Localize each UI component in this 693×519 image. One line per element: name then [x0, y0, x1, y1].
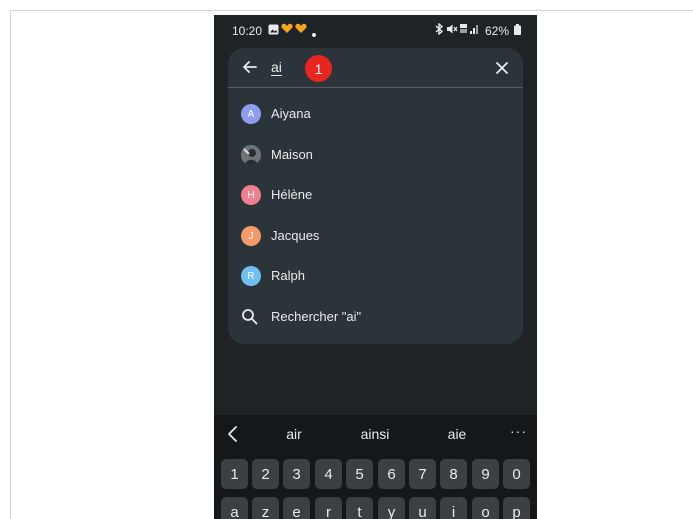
keyboard-suggestion-aie[interactable]: aie — [448, 426, 467, 442]
key-y[interactable]: y — [378, 497, 405, 519]
key-6[interactable]: 6 — [378, 459, 405, 489]
key-t[interactable]: t — [346, 497, 373, 519]
keyboard-suggestion-air[interactable]: air — [286, 426, 302, 442]
search-suggestion-label: Rechercher "ai" — [271, 309, 362, 324]
key-2[interactable]: 2 — [252, 459, 279, 489]
key-1[interactable]: 1 — [221, 459, 248, 489]
contact-item-aiyana[interactable]: A Aiyana — [228, 95, 523, 133]
contact-name: Ralph — [271, 268, 305, 283]
contact-name: Aiyana — [271, 106, 311, 121]
dot-icon — [312, 28, 316, 40]
search-icon — [241, 308, 258, 325]
key-z[interactable]: z — [252, 497, 279, 519]
search-suggestion-row[interactable]: Rechercher "ai" — [228, 298, 523, 336]
key-r[interactable]: r — [315, 497, 342, 519]
key-9[interactable]: 9 — [472, 459, 499, 489]
heart-icon — [281, 23, 293, 37]
key-u[interactable]: u — [409, 497, 436, 519]
mute-icon — [446, 23, 458, 38]
gallery-icon — [268, 24, 279, 38]
keyboard-suggestion-bar: air ainsi aie ··· — [214, 415, 537, 453]
bluetooth-icon — [434, 22, 444, 38]
key-a[interactable]: a — [221, 497, 248, 519]
phone-screen: 10:20 62% ai 1 A Aiyana Maison H Hélène … — [214, 15, 537, 519]
avatar: R — [241, 266, 261, 286]
key-e[interactable]: e — [283, 497, 310, 519]
contact-item-helene[interactable]: H Hélène — [228, 176, 523, 214]
key-p[interactable]: p — [503, 497, 530, 519]
search-divider — [228, 87, 523, 88]
back-arrow-icon[interactable] — [240, 57, 260, 77]
search-results-card: ai 1 A Aiyana Maison H Hélène J Jacques … — [228, 48, 523, 344]
contact-item-jacques[interactable]: J Jacques — [228, 217, 523, 255]
key-3[interactable]: 3 — [283, 459, 310, 489]
close-icon[interactable] — [494, 60, 510, 76]
avatar: J — [241, 226, 261, 246]
search-input[interactable]: ai — [271, 59, 282, 75]
contact-name: Maison — [271, 147, 313, 162]
battery-icon — [514, 24, 521, 38]
status-bar: 10:20 62% — [214, 15, 537, 47]
contact-name: Hélène — [271, 187, 313, 202]
signal-icon — [460, 23, 480, 38]
battery-level: 62% — [485, 24, 510, 38]
keyboard: air ainsi aie ··· 1 2 3 4 5 6 7 8 9 0 a … — [214, 415, 537, 519]
avatar: A — [241, 104, 261, 124]
key-0[interactable]: 0 — [503, 459, 530, 489]
keyboard-suggestion-ainsi[interactable]: ainsi — [361, 426, 390, 442]
heart-icon — [295, 23, 307, 37]
key-o[interactable]: o — [472, 497, 499, 519]
more-suggestions-button[interactable]: ··· — [510, 423, 527, 439]
chevron-left-icon[interactable] — [226, 425, 240, 443]
key-5[interactable]: 5 — [346, 459, 373, 489]
contact-item-maison[interactable]: Maison — [228, 136, 523, 174]
contact-item-ralph[interactable]: R Ralph — [228, 257, 523, 295]
avatar-photo — [241, 145, 261, 165]
status-time: 10:20 — [232, 24, 263, 38]
annotation-badge: 1 — [305, 55, 332, 82]
search-bar: ai 1 — [228, 48, 523, 88]
avatar: H — [241, 185, 261, 205]
contact-name: Jacques — [271, 228, 320, 243]
key-i[interactable]: i — [440, 497, 467, 519]
key-8[interactable]: 8 — [440, 459, 467, 489]
key-7[interactable]: 7 — [409, 459, 436, 489]
key-4[interactable]: 4 — [315, 459, 342, 489]
